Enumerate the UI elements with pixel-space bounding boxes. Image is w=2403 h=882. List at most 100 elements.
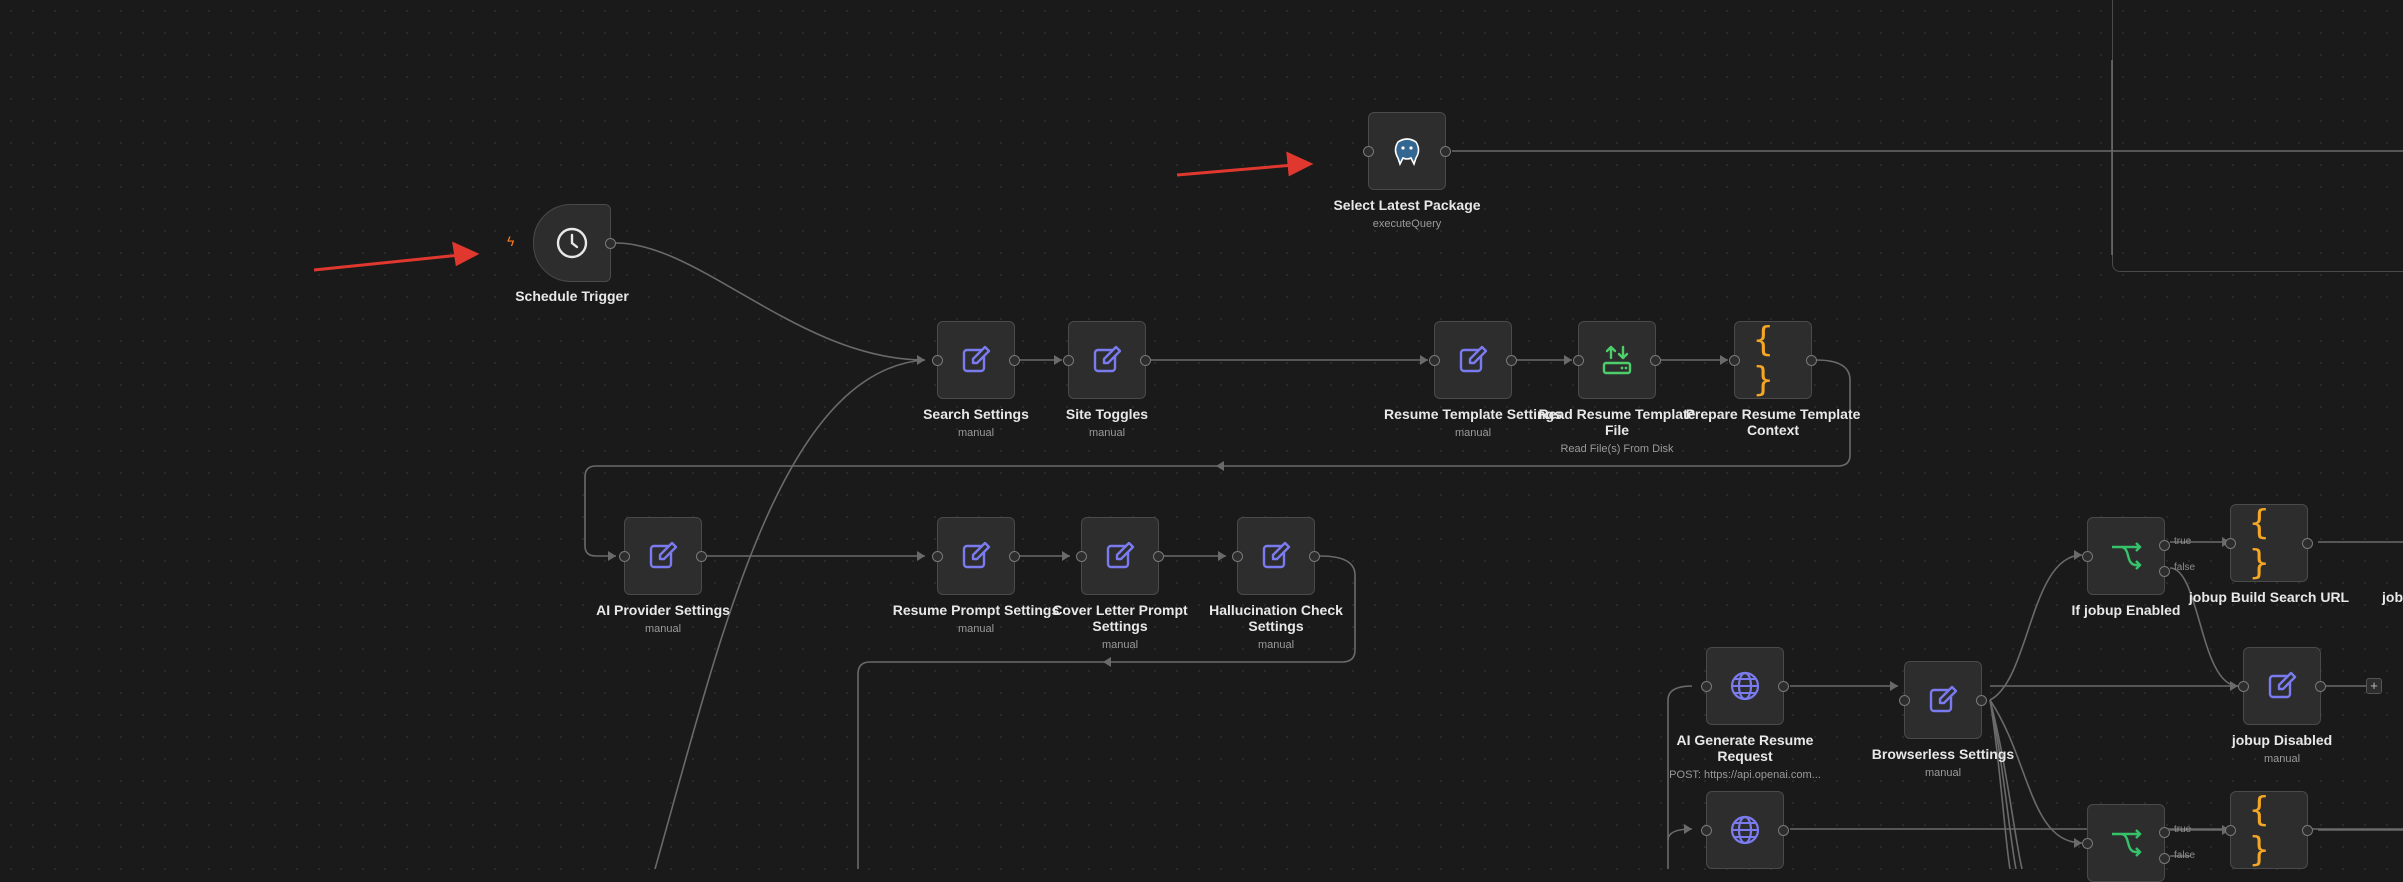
branch-split-icon <box>2106 823 2146 863</box>
node-subtitle: POST: https://api.openai.com... <box>1669 769 1821 781</box>
input-port[interactable] <box>1573 355 1584 366</box>
output-port-true[interactable] <box>2159 827 2170 838</box>
node-cover-letter-prompt-settings[interactable] <box>1076 517 1164 595</box>
node-if-jobup-enabled[interactable] <box>2082 517 2170 595</box>
input-port[interactable] <box>1232 551 1243 562</box>
node-title: Schedule Trigger <box>515 288 629 304</box>
node-title: AI Provider Settings <box>596 602 730 618</box>
node-label: jobup Build Search URL <box>2179 589 2359 605</box>
node-title: AI Generate Resume Request <box>1676 732 1814 764</box>
node-label: Prepare Resume Template Context <box>1683 406 1863 438</box>
branch-label-false: false <box>2174 850 2196 861</box>
node-label: AI Generate Resume Request POST: https:/… <box>1655 732 1835 783</box>
branch-split-icon <box>2106 536 2146 576</box>
output-port[interactable] <box>2302 825 2313 836</box>
node-http-request-partial[interactable] <box>1701 791 1789 869</box>
node-subtitle: manual <box>644 623 682 635</box>
node-subtitle: Read File(s) From Disk <box>1560 443 1674 455</box>
node-title: Read Resume Template File <box>1538 406 1696 438</box>
input-port[interactable] <box>1429 355 1440 366</box>
add-node-button[interactable]: + <box>2366 678 2382 694</box>
output-port[interactable] <box>1009 355 1020 366</box>
output-port[interactable] <box>1440 146 1451 157</box>
input-port[interactable] <box>1729 355 1740 366</box>
node-jobup-build-search-url[interactable]: { } <box>2225 503 2313 583</box>
output-port[interactable] <box>1650 355 1661 366</box>
input-port[interactable] <box>2082 551 2093 562</box>
node-prepare-resume-template-context[interactable]: { } <box>1729 320 1817 400</box>
output-port[interactable] <box>1153 551 1164 562</box>
node-title: Site Toggles <box>1065 406 1149 422</box>
output-port[interactable] <box>1506 355 1517 366</box>
trigger-bolt-icon: ϟ <box>507 233 515 249</box>
node-jobup-disabled[interactable] <box>2238 647 2326 725</box>
output-port[interactable] <box>2302 538 2313 549</box>
pencil-edit-icon <box>2262 666 2302 706</box>
node-code-partial[interactable]: { } <box>2225 790 2313 870</box>
input-port[interactable] <box>2225 825 2236 836</box>
node-select-latest-package[interactable] <box>1363 112 1451 190</box>
code-braces-icon: { } <box>2249 503 2270 583</box>
output-port-true[interactable] <box>2159 540 2170 551</box>
input-port[interactable] <box>1701 681 1712 692</box>
node-subtitle: manual <box>1257 639 1295 651</box>
node-label: AI Provider Settings manual <box>573 602 753 637</box>
globe-icon <box>1725 666 1765 706</box>
output-port-false[interactable] <box>2159 853 2170 864</box>
node-resume-prompt-settings[interactable] <box>932 517 1020 595</box>
output-port-false[interactable] <box>2159 566 2170 577</box>
input-port[interactable] <box>2238 681 2249 692</box>
input-port[interactable] <box>932 355 943 366</box>
branch-label-true: true <box>2174 824 2192 835</box>
globe-icon <box>1725 810 1765 850</box>
node-search-settings[interactable] <box>932 321 1020 399</box>
output-port[interactable] <box>605 238 616 249</box>
input-port[interactable] <box>1063 355 1074 366</box>
input-port[interactable] <box>1076 551 1087 562</box>
node-if-partial[interactable] <box>2082 804 2170 882</box>
node-resume-template-settings[interactable] <box>1429 321 1517 399</box>
node-subtitle: executeQuery <box>1372 218 1442 230</box>
node-label: jobup Disabled manual <box>2192 732 2372 767</box>
input-port[interactable] <box>2225 538 2236 549</box>
pencil-edit-icon <box>956 340 996 380</box>
pencil-edit-icon <box>1923 680 1963 720</box>
node-title: If jobup Enabled <box>2071 602 2181 618</box>
output-port[interactable] <box>1140 355 1151 366</box>
output-port[interactable] <box>1778 681 1789 692</box>
node-ai-provider-settings[interactable] <box>619 517 707 595</box>
node-label: Select Latest Package executeQuery <box>1317 197 1497 232</box>
output-port[interactable] <box>1009 551 1020 562</box>
pencil-edit-icon <box>643 536 683 576</box>
node-site-toggles[interactable] <box>1063 321 1151 399</box>
code-braces-icon: { } <box>1753 320 1774 400</box>
output-port[interactable] <box>2315 681 2326 692</box>
postgres-elephant-icon <box>1387 131 1427 171</box>
workflow-canvas[interactable]: ϟ Schedule Trigger Select Latest Package… <box>0 0 2403 882</box>
output-port[interactable] <box>1778 825 1789 836</box>
node-ai-generate-resume-request[interactable] <box>1701 647 1789 725</box>
pencil-edit-icon <box>1256 536 1296 576</box>
node-title: jobup Disabled <box>2231 732 2333 748</box>
input-port[interactable] <box>1363 146 1374 157</box>
output-port[interactable] <box>696 551 707 562</box>
node-browserless-settings[interactable] <box>1899 661 1987 739</box>
node-read-resume-template-file[interactable] <box>1573 321 1661 399</box>
output-port[interactable] <box>1309 551 1320 562</box>
output-port[interactable] <box>1806 355 1817 366</box>
node-label-cut: job <box>2382 589 2403 605</box>
output-port[interactable] <box>1976 695 1987 706</box>
node-hallucination-check-settings[interactable] <box>1232 517 1320 595</box>
input-port[interactable] <box>1899 695 1910 706</box>
node-schedule-trigger[interactable] <box>533 204 616 282</box>
branch-label-true: true <box>2174 536 2192 547</box>
node-title: jobup Build Search URL <box>2188 589 2350 605</box>
branch-label-false: false <box>2174 562 2196 573</box>
node-label: Read Resume Template File Read File(s) F… <box>1527 406 1707 457</box>
input-port[interactable] <box>619 551 630 562</box>
input-port[interactable] <box>2082 838 2093 849</box>
input-port[interactable] <box>1701 825 1712 836</box>
node-label: Hallucination Check Settings manual <box>1186 602 1366 653</box>
node-title: Browserless Settings <box>1871 746 2015 762</box>
input-port[interactable] <box>932 551 943 562</box>
